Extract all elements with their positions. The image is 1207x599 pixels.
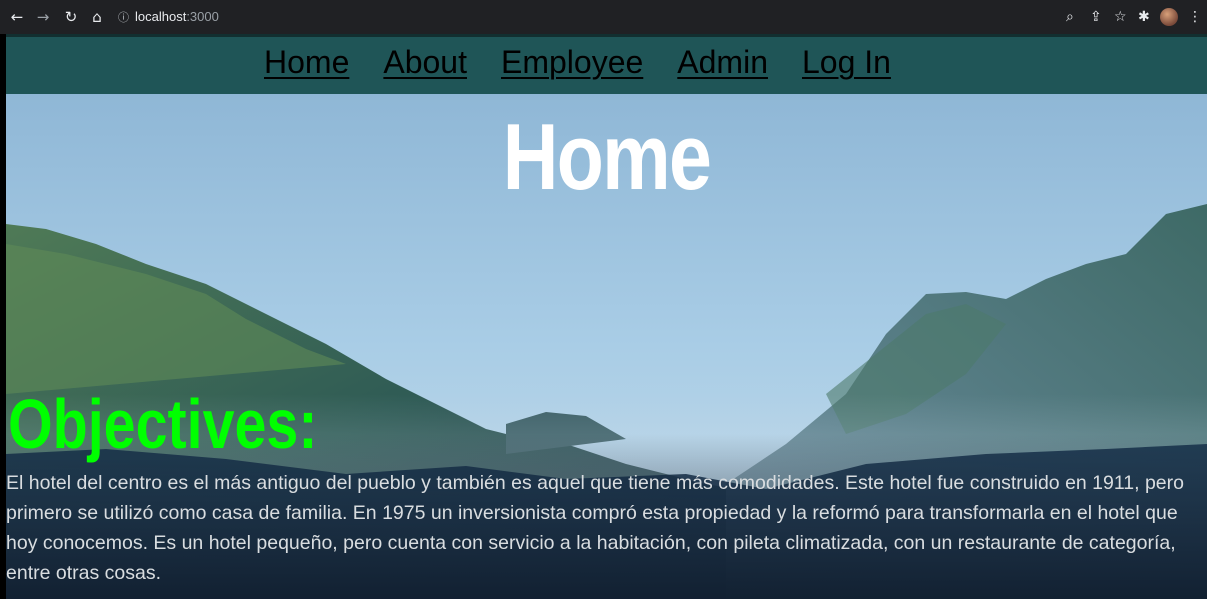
nav-link-home[interactable]: Home: [264, 43, 349, 81]
nav-link-about[interactable]: About: [383, 43, 467, 81]
nav-link-login[interactable]: Log In: [802, 43, 891, 81]
zoom-icon[interactable]: ⌕: [1066, 8, 1074, 26]
address-bar[interactable]: ⓘ localhost:3000: [118, 8, 219, 26]
forward-arrow-icon[interactable]: →: [34, 8, 52, 26]
browser-toolbar: ← → ↻ ⌂ ⓘ localhost:3000 ⌕ ⇪ ☆ ✱ ⋮: [0, 0, 1207, 34]
profile-avatar[interactable]: [1160, 8, 1178, 26]
main-navbar: Home About Employee Admin Log In: [6, 34, 1207, 94]
objectives-paragraph: El hotel del centro es el más antiguo de…: [6, 472, 1184, 584]
reload-icon[interactable]: ↻: [62, 8, 80, 26]
objectives-heading: Objectives:: [8, 385, 318, 463]
extensions-icon[interactable]: ✱: [1138, 8, 1150, 26]
nav-link-admin[interactable]: Admin: [677, 43, 768, 81]
bookmark-star-icon[interactable]: ☆: [1114, 8, 1127, 26]
home-icon[interactable]: ⌂: [88, 8, 106, 26]
page-title: Home: [502, 104, 712, 209]
share-icon[interactable]: ⇪: [1090, 8, 1102, 26]
site-info-icon[interactable]: ⓘ: [118, 12, 129, 24]
nav-link-employee[interactable]: Employee: [501, 43, 643, 81]
url-host: localhost: [135, 9, 187, 24]
browser-menu-icon[interactable]: ⋮: [1188, 8, 1202, 26]
back-arrow-icon[interactable]: ←: [8, 8, 26, 26]
url-port: :3000: [186, 9, 219, 24]
nav-links: Home About Employee Admin Log In: [264, 43, 891, 81]
hero-section: Home Objectives: El hotel del centro es …: [6, 94, 1207, 599]
